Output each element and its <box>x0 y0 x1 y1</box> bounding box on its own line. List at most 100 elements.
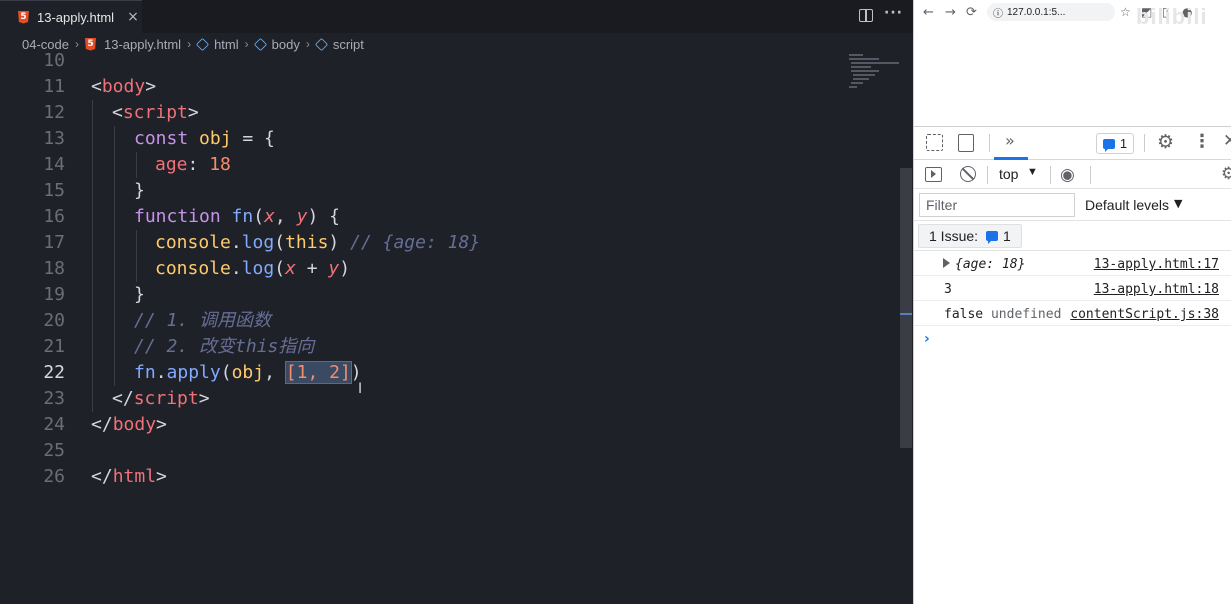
line-number: 16 <box>43 206 65 227</box>
forward-icon[interactable]: → <box>945 5 956 20</box>
scrollbar-cursor-marker <box>900 313 912 315</box>
indent-guide <box>92 308 93 334</box>
indent-guide <box>136 230 137 256</box>
code-text: const obj = { <box>134 128 275 149</box>
code-line: 21 // 2. 改变this指向 <box>0 334 900 360</box>
indent-guide <box>136 256 137 282</box>
device-toolbar-icon[interactable] <box>958 134 974 152</box>
code-text: console.log(this) // {age: 18} <box>155 232 481 253</box>
code-line: 20 // 1. 调用函数 <box>0 308 900 334</box>
console-settings-gear-icon[interactable]: ⚙ <box>1221 164 1231 184</box>
dropdown-arrow-icon[interactable]: ▼ <box>1027 166 1038 178</box>
code-text: </script> <box>112 388 210 409</box>
line-number: 11 <box>43 76 65 97</box>
issues-badge-count: 1 <box>1003 228 1011 244</box>
devtools-toolbar: » 1 ⚙ ⋮ ✕ <box>914 127 1231 160</box>
code-editor[interactable]: 5 13-apply.html × ··· 04-code › 5 13-app… <box>0 0 913 604</box>
log-source-link[interactable]: contentScript.js:38 <box>1070 307 1219 322</box>
line-number: 13 <box>43 128 65 149</box>
log-levels-dropdown[interactable]: Default levels <box>1085 197 1169 213</box>
editor-tab-bar: 5 13-apply.html × ··· <box>0 0 913 33</box>
code-line: 25 <box>0 438 900 464</box>
issues-counter-button[interactable]: 1 <box>1096 133 1134 154</box>
vertical-scrollbar[interactable] <box>900 168 912 448</box>
settings-gear-icon[interactable]: ⚙ <box>1157 131 1174 153</box>
line-number: 21 <box>43 336 65 357</box>
indent-guide <box>114 308 115 334</box>
indent-guide <box>92 152 93 178</box>
console-filter-row: Default levels ▼ <box>914 189 1231 221</box>
code-text: function fn(x, y) { <box>134 206 340 227</box>
code-text: <body> <box>91 76 157 97</box>
site-info-icon[interactable]: ⓘ <box>993 5 1003 20</box>
issues-count: 1 <box>1119 136 1128 151</box>
live-expression-eye-icon[interactable]: ◉ <box>1060 165 1075 185</box>
console-filter-input[interactable] <box>919 193 1075 217</box>
indent-guide <box>92 360 93 386</box>
indent-guide <box>92 230 93 256</box>
code-text: } <box>134 284 145 305</box>
clear-console-icon[interactable] <box>960 166 976 182</box>
code-line: 24 </body> <box>0 412 900 438</box>
line-number: 24 <box>43 414 65 435</box>
browser-window: ← → ⟳ ⓘ 127.0.0.1:5... ☆ ◩ ▯ ● bilibili … <box>913 0 1231 604</box>
code-line-active: 22 fn.apply(obj, [1, 2]) <box>0 360 900 386</box>
close-devtools-icon[interactable]: ✕ <box>1223 131 1231 151</box>
expand-triangle-icon[interactable] <box>943 258 950 268</box>
console-sidebar-toggle-icon[interactable] <box>925 167 942 182</box>
indent-guide <box>114 126 115 152</box>
more-panels-icon[interactable]: » <box>1005 131 1015 150</box>
close-icon[interactable]: × <box>127 9 139 25</box>
issues-label: 1 Issue: <box>929 228 979 244</box>
indent-guide <box>114 204 115 230</box>
indent-guide <box>92 256 93 282</box>
indent-guide <box>92 204 93 230</box>
indent-guide <box>114 256 115 282</box>
code-text: </body> <box>91 414 167 435</box>
back-icon[interactable]: ← <box>923 5 934 20</box>
toolbar-divider <box>1144 134 1145 152</box>
editor-tab-13-apply[interactable]: 5 13-apply.html × <box>0 0 142 33</box>
log-text[interactable]: {age: 18} <box>955 257 1025 272</box>
address-bar[interactable]: ⓘ 127.0.0.1:5... <box>987 3 1115 21</box>
star-icon[interactable]: ☆ <box>1120 5 1131 19</box>
browser-toolbar: ← → ⟳ ⓘ 127.0.0.1:5... ☆ ◩ ▯ ● bilibili <box>914 0 1231 29</box>
toolbar-divider <box>1050 166 1051 184</box>
tab-filename: 13-apply.html <box>37 9 115 25</box>
message-icon <box>1102 138 1115 152</box>
code-line: 26 </html> <box>0 464 900 490</box>
reload-icon[interactable]: ⟳ <box>966 5 977 20</box>
indent-guide <box>92 334 93 360</box>
log-text: 3 <box>944 282 952 297</box>
split-editor-icon[interactable] <box>859 9 873 22</box>
line-number: 22 <box>43 362 65 383</box>
code-line: 12 <script> <box>0 100 900 126</box>
log-source-link[interactable]: 13-apply.html:17 <box>1094 257 1219 272</box>
indent-guide <box>114 360 115 386</box>
toolbar-divider <box>989 134 990 152</box>
dropdown-arrow-icon[interactable]: ▼ <box>1174 197 1182 210</box>
log-source-link[interactable]: 13-apply.html:18 <box>1094 282 1219 297</box>
kebab-menu-icon[interactable]: ⋮ <box>1193 131 1211 152</box>
issues-button[interactable]: 1 Issue: 1 <box>918 224 1022 248</box>
more-actions-icon[interactable]: ··· <box>884 5 903 21</box>
code-text: // 2. 改变this指向 <box>134 336 315 357</box>
indent-guide <box>92 178 93 204</box>
line-number: 19 <box>43 284 65 305</box>
log-text: false undefined <box>944 307 1062 322</box>
selected-text: [1, 2] <box>284 361 352 384</box>
code-line: 16 function fn(x, y) { <box>0 204 900 230</box>
page-viewport[interactable] <box>914 24 1231 126</box>
inspect-element-icon[interactable] <box>926 134 943 151</box>
indent-guide <box>136 152 137 178</box>
code-text: age: 18 <box>155 154 231 175</box>
minimap[interactable] <box>849 52 901 92</box>
indent-guide <box>114 230 115 256</box>
console-toolbar: top ▼ ◉ ⚙ <box>914 160 1231 189</box>
console-prompt-icon[interactable]: › <box>924 331 930 347</box>
context-selector[interactable]: top <box>999 166 1018 182</box>
html5-icon: 5 <box>18 10 29 24</box>
code-line: 15 } <box>0 178 900 204</box>
code-area[interactable]: 10 11 <body> 12 <script> 13 const obj = … <box>0 48 900 604</box>
line-number: 23 <box>43 388 65 409</box>
